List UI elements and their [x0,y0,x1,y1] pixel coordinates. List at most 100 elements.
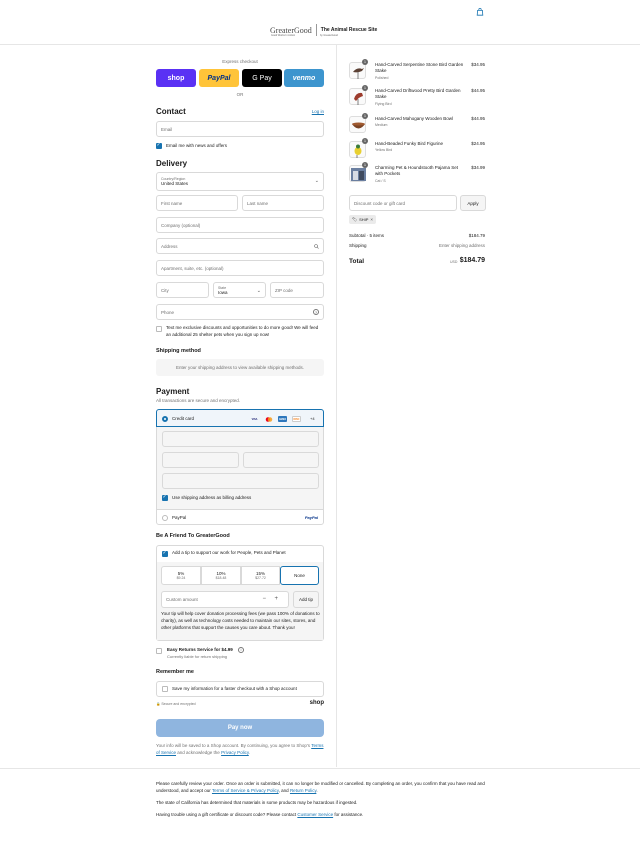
city-field[interactable]: City [156,282,209,298]
add-tip-button[interactable]: Add tip [293,591,319,608]
billing-checkbox[interactable] [162,494,168,501]
cvv-field[interactable] [243,452,319,468]
expiry-field[interactable] [162,452,239,468]
custom-tip-field[interactable]: Custom amount − + [161,591,289,608]
phone-field[interactable]: Phone ? [156,304,324,320]
logo-divider [315,24,317,36]
state-select[interactable]: State Iowa ⌄ [213,282,266,298]
cart-item: 1 Hand-Carved Serpentine Stone Bird Gard… [349,59,485,82]
name-on-card-field[interactable] [162,473,319,489]
item-variant: Polished [375,75,389,80]
legal-line1: Your info will be saved to a Shop accoun… [156,743,311,748]
footer: Please carefully review your order. Once… [0,768,640,851]
info-icon[interactable]: i [238,647,244,653]
discover-icon: DISC [292,416,301,422]
returns-sub: Currently liable for return shipping [167,654,228,659]
item-name: Hand-Beaded Funky Bird Figurine Yellow Bi… [375,141,444,153]
shop-pay-button[interactable]: shop [156,69,196,87]
express-checkout-label: Express checkout [222,59,258,64]
item-qty-badge: 1 [362,138,368,144]
return-policy-link[interactable]: Return Policy [290,788,316,793]
cart-item: 1 Hand-Beaded Funky Bird Figurine Yellow … [349,138,485,161]
sms-checkbox[interactable] [156,326,162,332]
tip-options-panel: 5% $9.24 10% $18.48 15% $27.72 None Cust… [157,562,323,640]
item-price: $24.95 [471,141,485,146]
plus-icon[interactable]: + [274,596,278,602]
cart-item: 1 Hand-Carved Driftwood Pretty Bird Gard… [349,85,485,108]
tip-option-15[interactable]: 15% $27.72 [241,566,280,585]
logo-tagline: Good Works In Action [271,34,296,37]
close-icon[interactable]: × [370,217,373,222]
tip-checkbox[interactable] [162,550,168,557]
venmo-button[interactable]: venmo [284,69,324,87]
tip-option-10[interactable]: 10% $18.48 [201,566,241,585]
returns-label: Easy Returns Service for $4.99 [167,647,233,652]
customer-service-link[interactable]: Customer Service [297,812,333,817]
first-name-field[interactable]: First name [156,195,238,211]
terms-privacy-link[interactable]: Terms of Service & Privacy Policy [212,788,279,793]
credit-card-radio[interactable] [162,416,168,422]
shipping-value: Enter shipping address [438,243,485,248]
search-icon [314,244,319,249]
email-field[interactable]: Email [156,121,324,137]
credit-card-option[interactable]: Credit card VISA AMEX DISC +4 [156,409,324,427]
item-variant: Cat / S [375,178,386,183]
total-value: $184.79 [459,257,485,264]
remember-box: Save my information for a faster checkou… [156,681,324,697]
footer-review-text: Please carefully review your order. Once… [156,781,485,794]
item-name: Hand-Carved Mahogany Wooden Bowl Medium [375,116,453,128]
company-field[interactable]: Company (optional) [156,217,324,233]
paypal-button[interactable]: PayPal [199,69,239,87]
returns-checkbox[interactable] [156,648,162,654]
item-price: $34.95 [471,62,485,67]
last-name-field[interactable]: Last name [242,195,324,211]
news-checkbox[interactable] [156,142,162,149]
credit-card-label: Credit card [172,416,195,421]
legal-text: Your info will be saved to a Shop accoun… [156,742,324,756]
address-placeholder: Address [161,243,178,249]
card-form: Use shipping address as billing address [156,427,324,509]
item-variant: Yellow Bird [375,148,393,153]
remember-checkbox[interactable] [162,686,168,692]
login-link[interactable]: Log in [312,109,324,114]
currency-label: USD [450,260,458,264]
privacy-link[interactable]: Privacy Policy [221,750,249,755]
item-price: $44.95 [471,116,485,121]
cart-item: 1 Charming Pet & Houndstooth Pajama Set … [349,162,485,185]
apartment-field[interactable]: Apartment, suite, etc. (optional) [156,260,324,276]
item-price: $34.99 [471,165,485,170]
legal-end: . [248,750,251,756]
custom-tip-placeholder: Custom amount [166,597,198,602]
paypal-option[interactable]: PayPal PayPal [156,509,324,525]
phone-placeholder: Phone [161,309,175,315]
tip-option-none[interactable]: None [280,566,319,585]
delivery-title: Delivery [156,159,188,168]
apply-button[interactable]: Apply [460,195,486,211]
tip-label: Add a tip to support our work for People… [172,550,286,555]
tag-label: SHIP [359,217,369,222]
logo[interactable]: GreaterGood Good Works In Action The Ani… [270,24,377,37]
discount-field[interactable]: Discount code or gift card [349,195,457,211]
logo-partner-sub: by GreaterGood [320,34,338,37]
google-pay-button[interactable]: G Pay [242,69,282,87]
discount-tag: 🏷 SHIP × [349,215,377,224]
minus-icon[interactable]: − [262,596,266,602]
country-select[interactable]: Country/Region United States ⌄ [156,172,324,191]
card-number-field[interactable] [162,431,319,447]
address-field[interactable]: Address [156,238,324,254]
item-name: Hand-Carved Serpentine Stone Bird Garden… [375,62,464,80]
payment-subtitle: All transactions are secure and encrypte… [156,398,241,403]
paypal-radio[interactable] [162,515,168,521]
item-qty-badge: 1 [362,162,368,168]
tip-option-5[interactable]: 5% $9.24 [161,566,201,585]
amex-icon: AMEX [278,416,287,422]
tip-amount: $27.72 [255,576,266,580]
pay-now-button[interactable]: Pay now [156,719,324,737]
country-value: United States [161,181,189,186]
zip-field[interactable]: ZIP code [270,282,324,298]
shopping-bag-icon[interactable] [476,8,484,16]
tip-box: Add a tip to support our work for People… [156,545,324,641]
tip-amount: $18.48 [215,576,227,580]
help-icon[interactable]: ? [313,309,319,315]
total-label: Total [349,258,365,265]
